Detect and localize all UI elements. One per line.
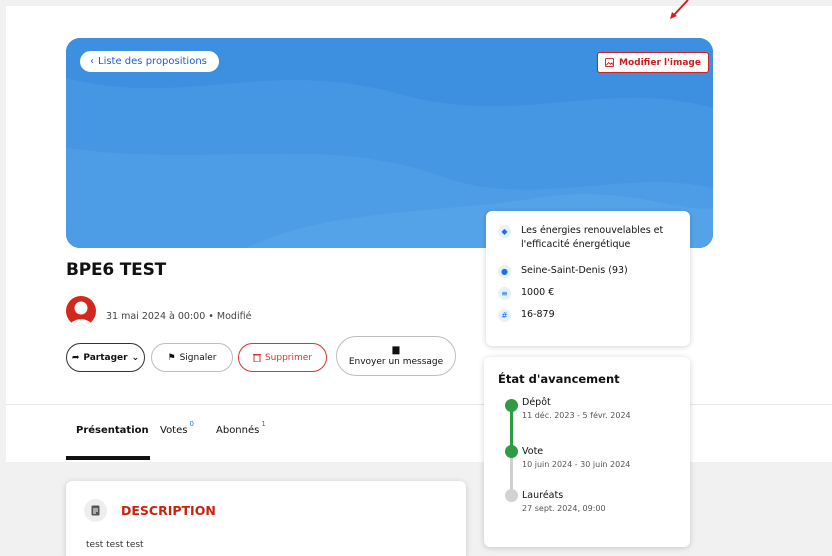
back-to-list-button[interactable]: ‹ Liste des propositions bbox=[80, 51, 219, 72]
tab-subscribers-count: 1 bbox=[261, 420, 266, 428]
delete-button[interactable]: Supprimer bbox=[238, 343, 327, 372]
step-vote-name: Vote bbox=[522, 446, 544, 457]
trash-icon bbox=[252, 354, 261, 362]
info-reference: # 16-879 bbox=[498, 308, 555, 322]
tab-subscribers-label: Abonnés bbox=[216, 425, 260, 436]
chevron-down-icon: ⌄ bbox=[131, 352, 140, 363]
pin-icon: ● bbox=[498, 265, 511, 278]
share-icon: ➦ bbox=[71, 352, 80, 363]
chevron-left-icon: ‹ bbox=[90, 56, 94, 67]
avatar[interactable] bbox=[66, 296, 96, 326]
send-message-label: Envoyer un message bbox=[348, 357, 444, 367]
step-vote: Vote 10 juin 2024 - 30 juin 2024 bbox=[522, 446, 630, 471]
back-button-label: Liste des propositions bbox=[98, 56, 207, 67]
step-depot-name: Dépôt bbox=[522, 397, 551, 408]
step-depot-dates: 11 déc. 2023 - 5 févr. 2024 bbox=[522, 411, 631, 420]
proposal-title: BPE6 TEST bbox=[66, 260, 167, 280]
tab-presentation-label: Présentation bbox=[76, 425, 149, 436]
tab-votes-count: 0 bbox=[189, 420, 194, 428]
report-label: Signaler bbox=[179, 352, 217, 363]
share-label: Partager bbox=[83, 352, 128, 363]
info-location: ● Seine-Saint-Denis (93) bbox=[498, 264, 628, 278]
progress-card: État d'avancement Dépôt 11 déc. 2023 - 5… bbox=[484, 357, 690, 547]
delete-label: Supprimer bbox=[264, 352, 313, 363]
edit-image-label: Modifier l'image bbox=[619, 57, 701, 68]
step-dot-depot bbox=[505, 399, 518, 412]
description-title: DESCRIPTION bbox=[121, 503, 216, 518]
active-tab-indicator bbox=[66, 456, 150, 460]
proposal-info-card: ◆ Les énergies renouvelables et l'effica… bbox=[486, 211, 690, 346]
edit-image-button[interactable]: Modifier l'image bbox=[597, 52, 709, 73]
user-icon bbox=[70, 301, 92, 326]
step-vote-dates: 10 juin 2024 - 30 juin 2024 bbox=[522, 460, 631, 469]
progress-title: État d'avancement bbox=[498, 372, 620, 386]
info-amount-text: 1000 € bbox=[521, 287, 555, 298]
chat-icon: ▆ bbox=[392, 345, 400, 355]
step-dot-vote bbox=[505, 445, 518, 458]
report-button[interactable]: ⚑ Signaler bbox=[151, 343, 233, 372]
step-dot-laureats bbox=[505, 489, 518, 502]
step-laureats-dates: 27 sept. 2024, 09:00 bbox=[522, 504, 606, 513]
tab-subscribers[interactable]: Abonnés 1 bbox=[216, 420, 266, 436]
info-theme: ◆ Les énergies renouvelables et l'effica… bbox=[498, 224, 682, 252]
description-card: DESCRIPTION test test test bbox=[66, 481, 466, 556]
info-amount: ≡ 1000 € bbox=[498, 286, 554, 300]
tag-icon: ◆ bbox=[498, 225, 511, 238]
step-laureats-name: Lauréats bbox=[522, 490, 564, 501]
hash-icon: # bbox=[498, 309, 511, 322]
tab-presentation[interactable]: Présentation bbox=[76, 425, 149, 436]
step-laureats: Lauréats 27 sept. 2024, 09:00 bbox=[522, 490, 606, 515]
document-icon bbox=[84, 499, 107, 522]
proposal-meta: 31 mai 2024 à 00:00 • Modifié bbox=[106, 311, 252, 322]
info-theme-text: Les énergies renouvelables et l'efficaci… bbox=[521, 225, 664, 250]
tab-votes[interactable]: Votes 0 bbox=[160, 420, 194, 436]
info-reference-text: 16-879 bbox=[521, 309, 555, 320]
tab-votes-label: Votes bbox=[160, 425, 188, 436]
info-location-text: Seine-Saint-Denis (93) bbox=[521, 265, 628, 276]
flag-icon: ⚑ bbox=[167, 352, 176, 363]
coins-icon: ≡ bbox=[498, 287, 511, 300]
step-depot: Dépôt 11 déc. 2023 - 5 févr. 2024 bbox=[522, 397, 631, 422]
image-icon bbox=[605, 58, 614, 67]
description-text: test test test bbox=[86, 540, 144, 550]
annotation-arrow bbox=[670, 0, 689, 19]
share-button[interactable]: ➦ Partager ⌄ bbox=[66, 343, 145, 372]
send-message-button[interactable]: ▆ Envoyer un message bbox=[336, 336, 456, 376]
